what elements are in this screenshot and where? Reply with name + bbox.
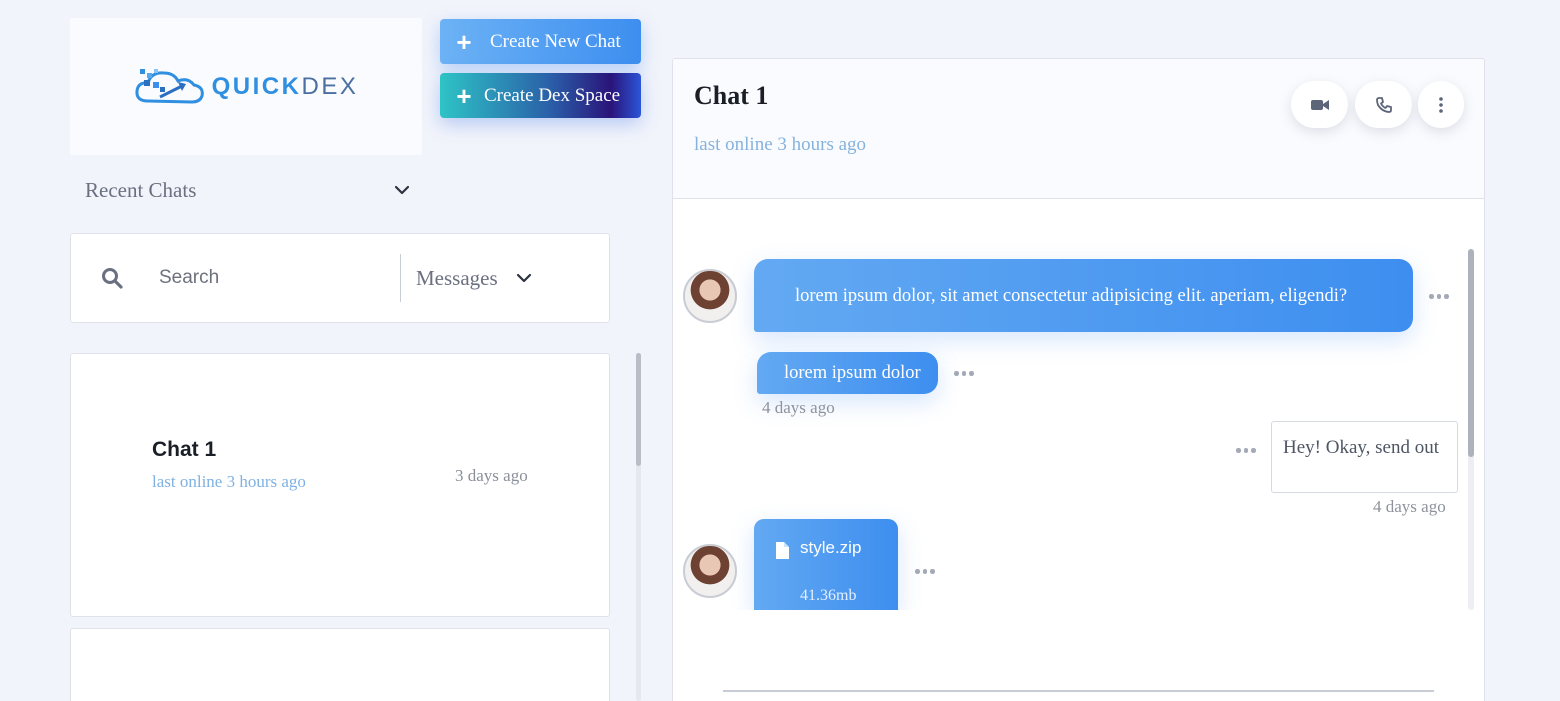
video-call-button[interactable] xyxy=(1291,81,1348,128)
search-divider xyxy=(400,254,401,302)
messages-scrollbar-thumb[interactable] xyxy=(1468,249,1474,457)
more-options-button[interactable] xyxy=(1418,81,1464,128)
brand-logo: QUICKDEX xyxy=(134,67,359,107)
search-input[interactable] xyxy=(159,267,384,289)
phone-icon xyxy=(1375,96,1392,113)
recent-chats-toggle[interactable]: Recent Chats xyxy=(85,175,410,205)
video-camera-icon xyxy=(1310,99,1329,110)
message-options-icon[interactable] xyxy=(1236,448,1256,453)
logo-card: QUICKDEX xyxy=(70,18,422,155)
message-options-icon[interactable] xyxy=(915,569,935,574)
conversation-status: last online 3 hours ago xyxy=(694,134,867,155)
voice-call-button[interactable] xyxy=(1355,81,1412,128)
chevron-down-icon xyxy=(394,185,410,195)
file-icon xyxy=(776,542,789,559)
message-options-icon[interactable] xyxy=(1429,294,1449,299)
file-name: style.zip xyxy=(800,538,862,557)
chat-list-item-name: Chat 1 xyxy=(152,438,217,461)
message-bubble-incoming[interactable]: lorem ipsum dolor xyxy=(757,352,938,394)
message-composer-divider xyxy=(723,690,1434,692)
chat-list-scrollbar-thumb[interactable] xyxy=(636,353,641,466)
brand-word-bold: QUICK xyxy=(211,72,302,100)
message-filter-value: Messages xyxy=(416,265,498,290)
chat-list-item-status: last online 3 hours ago xyxy=(152,472,306,491)
chevron-down-icon xyxy=(516,273,531,283)
message-area-fade xyxy=(673,610,1484,670)
plus-icon: + xyxy=(456,26,472,57)
conversation-title: Chat 1 xyxy=(694,81,769,110)
conversation-header: Chat 1 last online 3 hours ago xyxy=(673,59,1484,199)
search-bar: Messages xyxy=(70,233,610,323)
create-new-chat-button[interactable]: + Create New Chat xyxy=(440,19,641,64)
search-icon[interactable] xyxy=(101,267,133,289)
cloud-logo-icon xyxy=(135,68,204,104)
recent-chats-label: Recent Chats xyxy=(85,177,197,202)
message-filter-select[interactable]: Messages xyxy=(416,266,532,291)
create-dex-space-label: Create Dex Space xyxy=(484,84,621,106)
message-timestamp: 4 days ago xyxy=(762,398,835,417)
message-bubble-incoming[interactable]: lorem ipsum dolor, sit amet consectetur … xyxy=(754,259,1413,332)
chat-list-item-time: 3 days ago xyxy=(455,466,528,485)
chat-list-item[interactable] xyxy=(70,628,610,701)
message-bubble-outgoing[interactable]: Hey! Okay, send out xyxy=(1271,421,1458,493)
message-text: lorem ipsum dolor xyxy=(784,363,921,383)
file-attachment-bubble[interactable]: style.zip 41.36mb xyxy=(754,519,898,610)
message-options-icon[interactable] xyxy=(954,371,974,376)
brand-word-light: DEX xyxy=(301,72,359,100)
chat-list-item[interactable]: Chat 1 last online 3 hours ago 3 days ag… xyxy=(70,353,610,617)
conversation-panel: Chat 1 last online 3 hours ago lorem ips… xyxy=(672,58,1485,701)
contact-avatar xyxy=(683,269,737,323)
contact-avatar xyxy=(683,544,737,598)
file-size: 41.36mb xyxy=(800,587,857,604)
message-timestamp: 4 days ago xyxy=(1373,497,1446,516)
more-vertical-icon xyxy=(1439,96,1443,113)
create-new-chat-label: Create New Chat xyxy=(490,30,621,52)
brand-wordmark: QUICKDEX xyxy=(212,73,359,101)
plus-icon: + xyxy=(456,80,472,111)
message-text: Hey! Okay, send out xyxy=(1283,437,1440,458)
create-dex-space-button[interactable]: + Create Dex Space xyxy=(440,73,641,118)
message-text: lorem ipsum dolor, sit amet consectetur … xyxy=(795,286,1348,306)
